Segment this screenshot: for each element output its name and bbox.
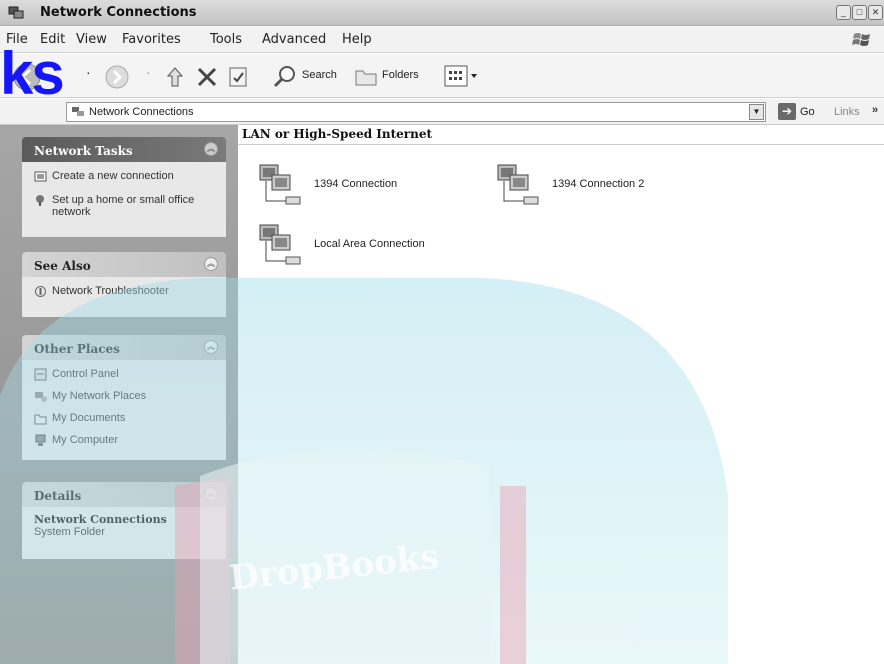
connection-item[interactable]: 1394 Connection [256,161,456,215]
home-network-label: Set up a home or small office network [52,194,195,218]
create-connection-link[interactable]: Create a new connection [34,170,218,192]
details-header[interactable]: Details ︽ [22,482,226,507]
folders-button-label[interactable]: Folders [382,69,419,81]
toolbar: · · Search Folders [0,54,884,98]
see-also-title: See Also [34,259,91,273]
task-pane: Network Tasks ︽ Create a new connection … [0,125,238,664]
close-button[interactable]: ✕ [868,5,883,20]
windows-logo-icon [852,33,870,46]
forward-dropdown-icon[interactable]: · [146,64,151,80]
details-name: Network Connections [34,513,167,526]
network-connections-icon [8,6,24,19]
details-title: Details [34,489,82,503]
back-dropdown-icon[interactable]: · [86,64,91,80]
maximize-button[interactable]: □ [852,5,867,20]
menu-advanced[interactable]: Advanced [262,32,326,47]
network-tasks-panel: Network Tasks ︽ Create a new connection … [22,137,226,237]
connection-item[interactable]: 1394 Connection 2 [494,161,694,215]
see-also-panel: See Also ︽ Network Troubleshooter [22,252,226,317]
forward-icon[interactable] [104,64,130,90]
file-list-pane: LAN or High-Speed Internet 1394 Connecti… [238,125,884,664]
search-button-label[interactable]: Search [302,69,337,81]
address-network-icon [72,107,84,116]
delete-icon[interactable] [196,66,218,88]
minimize-button[interactable]: _ [836,5,851,20]
my-network-places-link[interactable]: My Network Places [34,390,218,410]
network-connection-icon [259,164,301,205]
links-label[interactable]: Links [834,106,860,118]
network-connection-icon [497,164,539,205]
connection-label: 1394 Connection [314,178,398,190]
collapse-chevron-icon[interactable]: ︽ [204,142,218,156]
my-documents-link[interactable]: My Documents [34,412,218,432]
home-network-icon [36,195,44,206]
links-chevron-icon[interactable]: » [872,104,878,116]
search-icon[interactable] [272,64,298,90]
collapse-chevron-icon[interactable]: ︽ [204,257,218,271]
menu-help[interactable]: Help [342,32,372,47]
other-places-title: Other Places [34,342,120,356]
connection-label: 1394 Connection 2 [552,178,645,190]
network-tasks-title: Network Tasks [34,144,133,158]
details-panel: Details ︽ Network Connections System Fol… [22,482,226,559]
go-arrow-icon[interactable]: ➔ [778,103,796,120]
connection-item[interactable]: Local Area Connection [256,221,476,275]
menu-tools[interactable]: Tools [210,32,242,47]
up-folder-icon[interactable] [164,66,186,88]
control-panel-label: Control Panel [52,368,119,380]
address-dropdown-icon[interactable]: ▼ [749,104,764,120]
network-troubleshooter-link[interactable]: Network Troubleshooter [34,285,218,307]
other-places-header[interactable]: Other Places ︽ [22,335,226,360]
create-connection-label: Create a new connection [52,170,174,182]
network-places-icon [35,392,47,402]
my-network-places-label: My Network Places [52,390,147,402]
group-divider [238,144,884,145]
control-panel-link[interactable]: Control Panel [34,368,218,388]
see-also-header[interactable]: See Also ︽ [22,252,226,277]
other-places-panel: Other Places ︽ Control Panel My Network … [22,335,226,460]
address-value: Network Connections [89,106,194,118]
documents-folder-icon [34,414,47,425]
menu-favorites[interactable]: Favorites [122,32,181,47]
control-panel-icon [34,368,47,381]
window-title: Network Connections [40,5,197,20]
menu-bar: File Edit View Favorites Tools Advanced … [0,27,884,53]
new-connection-icon [34,171,47,182]
network-tasks-header[interactable]: Network Tasks ︽ [22,137,226,162]
title-bar: Network Connections _ □ ✕ [0,0,884,26]
troubleshooter-icon [35,286,46,297]
connection-label: Local Area Connection [314,238,425,250]
properties-icon[interactable] [228,66,248,88]
address-field[interactable]: Network Connections ▼ [66,102,766,122]
go-button-label[interactable]: Go [800,106,815,118]
network-troubleshooter-label: Network Troubleshooter [52,285,169,297]
my-computer-label: My Computer [52,434,119,446]
home-network-link[interactable]: Set up a home or small office network [34,194,218,218]
views-icon[interactable] [444,64,480,88]
my-computer-link[interactable]: My Computer [34,434,218,454]
menu-view[interactable]: View [76,32,107,47]
details-type: System Folder [34,526,105,538]
my-documents-label: My Documents [52,412,126,424]
collapse-chevron-icon[interactable]: ︽ [204,340,218,354]
overlay-text: ks [0,40,65,107]
network-connection-icon [259,224,301,265]
collapse-chevron-icon[interactable]: ︽ [204,487,218,501]
address-bar: Network Connections ▼ ➔ Go Links » [0,99,884,125]
group-header: LAN or High-Speed Internet [242,127,433,141]
folders-icon[interactable] [354,65,378,87]
computer-icon [35,434,46,446]
